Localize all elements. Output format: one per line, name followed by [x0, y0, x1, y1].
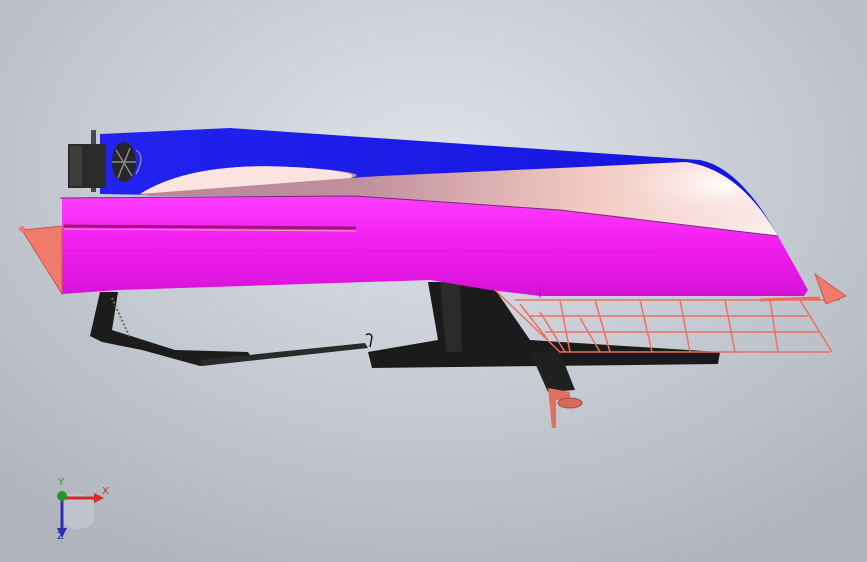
coordinate-triad: X Y Z: [44, 478, 124, 550]
rudder-pulley: [557, 397, 583, 409]
cad-viewport[interactable]: X Y Z: [0, 0, 867, 562]
y-axis-label: Y: [58, 477, 65, 488]
boat-model[interactable]: [0, 0, 867, 562]
hull-stripe: [63, 224, 357, 230]
y-axis: [57, 491, 67, 501]
stern-fin: [21, 225, 63, 296]
z-axis-label: Z: [57, 531, 64, 542]
x-axis-label: X: [102, 486, 109, 497]
lower-strut-assembly[interactable]: [90, 282, 720, 428]
